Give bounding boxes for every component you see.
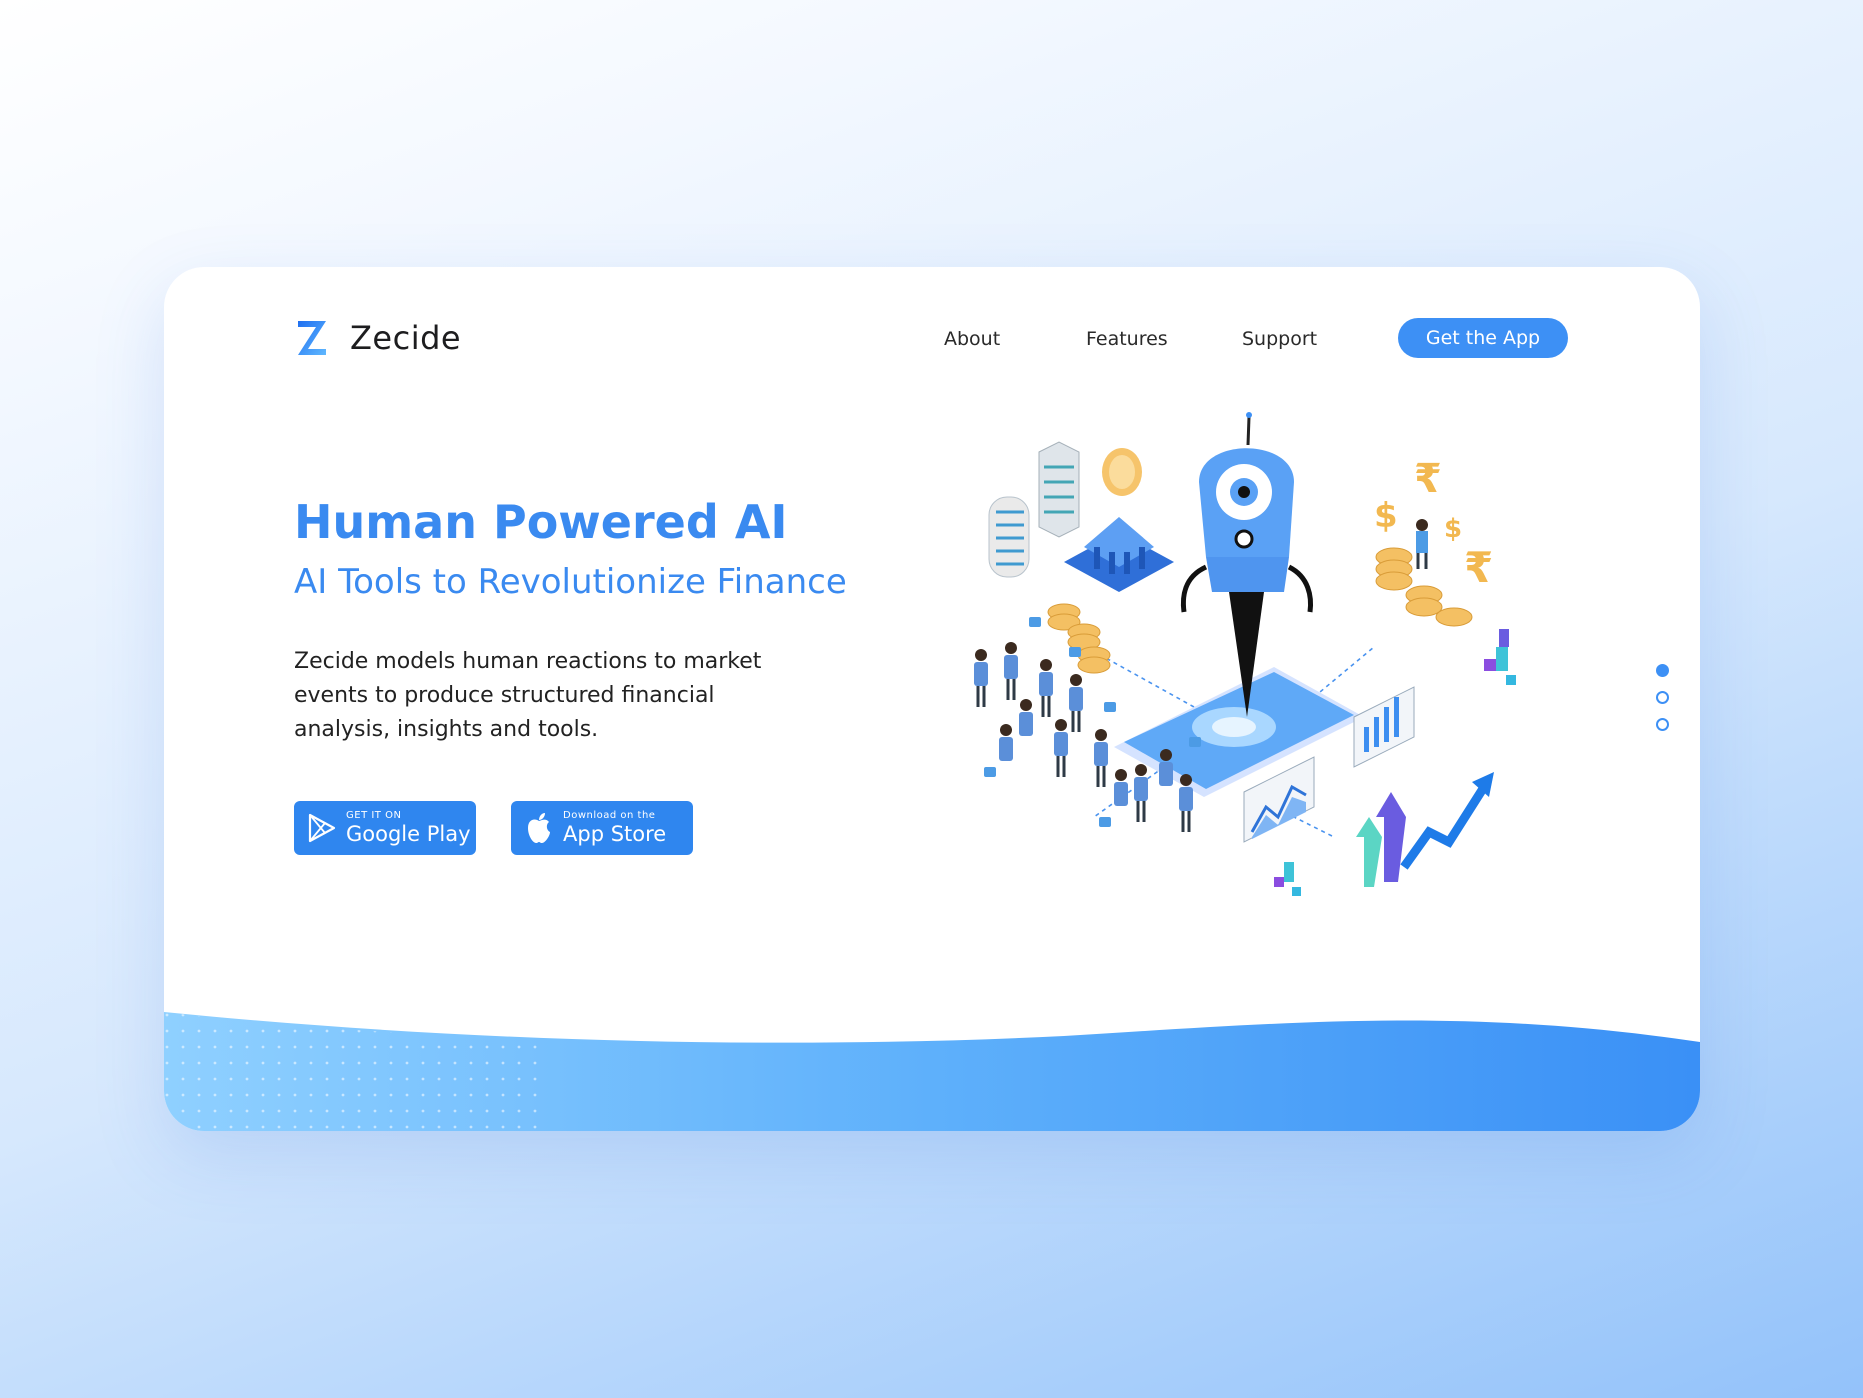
bottom-wave (164, 1012, 1700, 1131)
app-store-small-text: Download on the (563, 810, 656, 821)
page-dot-1[interactable] (1656, 664, 1669, 677)
brand-logo[interactable]: Zecide (296, 319, 461, 357)
google-play-button[interactable]: GET IT ON Google Play (294, 801, 476, 855)
brand-name: Zecide (350, 319, 462, 357)
page-dot-3[interactable] (1656, 718, 1669, 731)
get-the-app-button[interactable]: Get the App (1398, 318, 1568, 358)
currency-group: ₹ $ $ ₹ (1374, 456, 1493, 627)
pagination-dots (1656, 664, 1669, 745)
hero-description: Zecide models human reactions to market … (294, 649, 762, 742)
hero-card: Zecide About Features Support Get the Ap… (164, 267, 1700, 1131)
hero-subtitle: AI Tools to Revolutionize Finance (294, 562, 847, 602)
nav-features-link[interactable]: Features (1086, 328, 1168, 350)
buildings (988, 441, 1174, 592)
google-play-big-text: Google Play (346, 822, 471, 846)
apple-icon (528, 813, 550, 843)
z-logo-icon (298, 321, 326, 355)
nav-support-link[interactable]: Support (1242, 328, 1317, 350)
page-dot-2[interactable] (1656, 691, 1669, 704)
growth-arrows (1356, 772, 1494, 887)
svg-text:$: $ (1374, 496, 1398, 536)
hero-title: Human Powered AI (294, 495, 788, 549)
coin-stacks-left (1047, 603, 1111, 674)
robot (1180, 412, 1313, 717)
svg-text:₹: ₹ (1464, 543, 1493, 592)
app-store-big-text: App Store (563, 822, 667, 846)
google-play-icon (308, 813, 336, 843)
svg-text:$: $ (1444, 514, 1462, 544)
app-store-button[interactable]: Download on the App Store (511, 801, 693, 855)
ai-finance-illustration: ₹ $ $ ₹ (974, 412, 1516, 896)
svg-text:₹: ₹ (1414, 456, 1442, 502)
nav-about-link[interactable]: About (944, 328, 1000, 350)
google-play-small-text: GET IT ON (346, 810, 402, 821)
